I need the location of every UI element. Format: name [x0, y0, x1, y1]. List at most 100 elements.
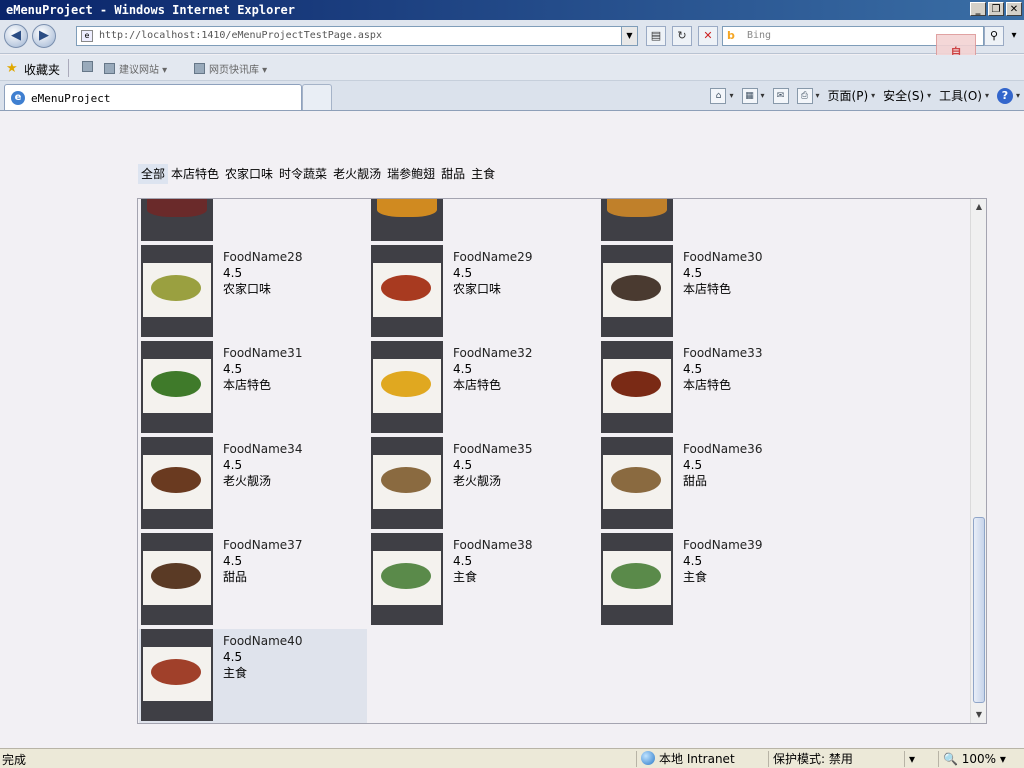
status-tools-button[interactable]: ▾: [904, 751, 915, 767]
food-name[interactable]: FoodName38: [453, 537, 532, 553]
category-filter-7[interactable]: 主食: [468, 164, 498, 184]
food-image[interactable]: [601, 437, 673, 529]
food-name[interactable]: FoodName35: [453, 441, 532, 457]
search-options-button[interactable]: ▾: [1008, 26, 1020, 46]
food-name[interactable]: FoodName30: [683, 249, 762, 265]
protected-mode-indicator[interactable]: 保护模式: 禁用: [768, 751, 853, 767]
food-image[interactable]: [141, 341, 213, 433]
food-dish-icon: [151, 563, 201, 589]
food-name[interactable]: FoodName33: [683, 345, 762, 361]
food-list-scrollbar[interactable]: ▲ ▼: [970, 199, 986, 723]
food-info: FoodName31 4.5 本店特色: [223, 345, 302, 393]
food-name[interactable]: FoodName40: [223, 633, 302, 649]
food-card[interactable]: FoodName33 4.5 本店特色: [599, 341, 827, 435]
food-thumb-partial[interactable]: [141, 199, 213, 241]
food-dish-icon: [611, 563, 661, 589]
scroll-down-icon[interactable]: ▼: [971, 707, 986, 723]
category-filter-2[interactable]: 农家口味: [222, 164, 276, 184]
favorites-item-suggested-sites[interactable]: 建议网站 ▾: [104, 61, 167, 76]
tab-bar: e eMenuProject ⌂ ▾ ▦ ▾ ✉ ⎙ ▾ 页面(P) ▾ 安全(S) ▾ …: [0, 81, 1024, 111]
address-dropdown-button[interactable]: ▼: [621, 27, 637, 45]
search-button[interactable]: ⚲: [984, 26, 1004, 46]
food-info: FoodName39 4.5 主食: [683, 537, 762, 585]
food-name[interactable]: FoodName29: [453, 249, 532, 265]
food-name[interactable]: FoodName36: [683, 441, 762, 457]
page-icon: e: [81, 30, 93, 42]
food-image[interactable]: [601, 245, 673, 337]
food-card[interactable]: FoodName39 4.5 主食: [599, 533, 827, 627]
category-filter-5[interactable]: 瑞参鲍翅: [384, 164, 438, 184]
food-category: 本店特色: [223, 378, 272, 392]
back-button[interactable]: ◀: [4, 24, 28, 48]
mail-button[interactable]: ✉: [772, 87, 789, 104]
safety-menu[interactable]: 安全(S) ▾: [883, 87, 931, 104]
address-input[interactable]: e http://localhost:1410/eMenuProjectTest…: [76, 26, 638, 46]
food-name[interactable]: FoodName32: [453, 345, 532, 361]
food-image[interactable]: [371, 533, 443, 625]
food-card[interactable]: FoodName36 4.5 甜品: [599, 437, 827, 531]
food-image[interactable]: [371, 437, 443, 529]
food-rating: 4.5: [683, 266, 703, 280]
zone-indicator[interactable]: 本地 Intranet: [636, 751, 735, 767]
food-card[interactable]: FoodName34 4.5 老火靓汤: [139, 437, 367, 531]
favorites-item-web-slices[interactable]: 网页快讯库 ▾: [194, 61, 267, 76]
zoom-button[interactable]: 🔍 100% ▾: [938, 751, 1006, 767]
food-name[interactable]: FoodName39: [683, 537, 762, 553]
print-button[interactable]: ⎙ ▾: [796, 87, 820, 104]
food-name[interactable]: FoodName31: [223, 345, 302, 361]
food-thumb-partial[interactable]: [601, 199, 673, 241]
category-filter-4[interactable]: 老火靓汤: [330, 164, 384, 184]
food-rating: 4.5: [223, 266, 243, 280]
food-image[interactable]: [601, 533, 673, 625]
food-image[interactable]: [371, 341, 443, 433]
food-card[interactable]: FoodName35 4.5 老火靓汤: [369, 437, 597, 531]
food-image[interactable]: [141, 533, 213, 625]
minimize-button[interactable]: _: [970, 2, 986, 16]
page-menu[interactable]: 页面(P) ▾: [828, 87, 876, 104]
compatibility-view-button[interactable]: ▤: [646, 26, 666, 46]
category-filter-6[interactable]: 甜品: [438, 164, 468, 184]
food-card[interactable]: FoodName37 4.5 甜品: [139, 533, 367, 627]
stop-button[interactable]: ✕: [698, 26, 718, 46]
favorites-item-suggested[interactable]: [82, 61, 97, 74]
restore-button[interactable]: ❐: [988, 2, 1004, 16]
food-card[interactable]: FoodName40 4.5 主食: [139, 629, 367, 723]
feeds-button[interactable]: ▦ ▾: [741, 87, 765, 104]
food-thumb-partial[interactable]: [371, 199, 443, 241]
food-rating: 4.5: [223, 554, 243, 568]
tools-menu[interactable]: 工具(O) ▾: [939, 87, 989, 104]
food-card[interactable]: FoodName31 4.5 本店特色: [139, 341, 367, 435]
food-card[interactable]: FoodName32 4.5 本店特色: [369, 341, 597, 435]
food-card[interactable]: FoodName28 4.5 农家口味: [139, 245, 367, 339]
help-menu[interactable]: ? ▾: [996, 87, 1020, 104]
food-name[interactable]: FoodName37: [223, 537, 302, 553]
food-rating: 4.5: [453, 554, 473, 568]
food-card[interactable]: FoodName38 4.5 主食: [369, 533, 597, 627]
food-card[interactable]: FoodName29 4.5 农家口味: [369, 245, 597, 339]
new-tab-button[interactable]: [302, 84, 332, 110]
forward-button[interactable]: ▶: [32, 24, 56, 48]
category-filter-1[interactable]: 本店特色: [168, 164, 222, 184]
refresh-button[interactable]: ↻: [672, 26, 692, 46]
close-window-button[interactable]: ✕: [1006, 2, 1022, 16]
tab-emenuproject[interactable]: e eMenuProject: [4, 84, 302, 110]
category-filter-0[interactable]: 全部: [138, 164, 169, 184]
favorites-button[interactable]: 收藏夹: [24, 61, 60, 78]
address-url: http://localhost:1410/eMenuProjectTestPa…: [99, 30, 382, 41]
home-button[interactable]: ⌂ ▾: [710, 87, 734, 104]
food-name[interactable]: FoodName28: [223, 249, 302, 265]
category-filter-3[interactable]: 时令蔬菜: [276, 164, 330, 184]
food-rating: 4.5: [683, 458, 703, 472]
food-image[interactable]: [601, 341, 673, 433]
food-image[interactable]: [141, 437, 213, 529]
food-card[interactable]: FoodName30 4.5 本店特色: [599, 245, 827, 339]
scrollbar-thumb[interactable]: [973, 517, 985, 703]
globe-icon: [641, 751, 655, 765]
food-image[interactable]: [371, 245, 443, 337]
food-image[interactable]: [141, 629, 213, 721]
food-info: FoodName32 4.5 本店特色: [453, 345, 532, 393]
food-image[interactable]: [141, 245, 213, 337]
scroll-up-icon[interactable]: ▲: [971, 199, 986, 215]
food-category: 主食: [683, 570, 708, 584]
food-name[interactable]: FoodName34: [223, 441, 302, 457]
